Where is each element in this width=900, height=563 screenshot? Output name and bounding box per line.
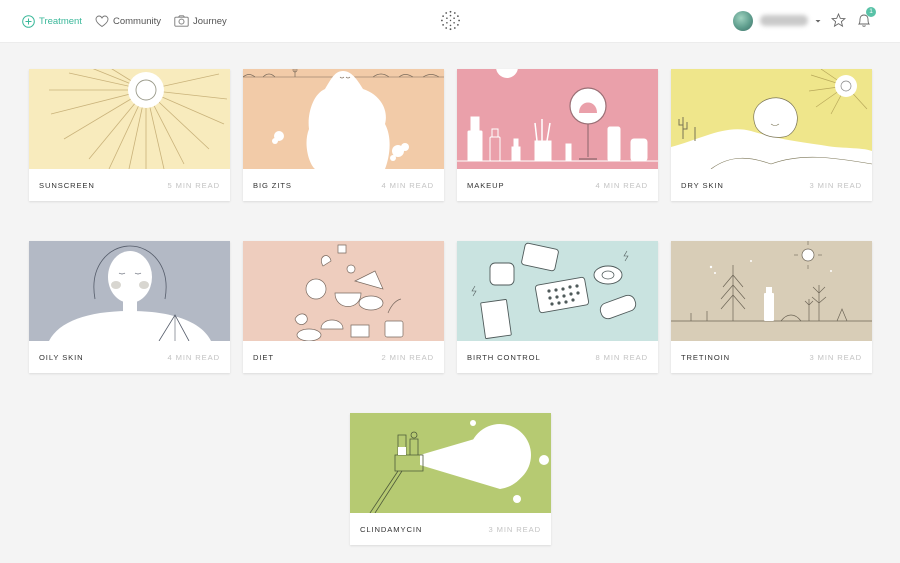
card-footer: Dry Skin 3 min read (671, 169, 872, 201)
card-footer: Clindamycin 3 min read (350, 513, 551, 545)
card-title: Tretinoin (681, 353, 731, 362)
card-title: Makeup (467, 181, 505, 190)
card-title: Sunscreen (39, 181, 95, 190)
card-title: Diet (253, 353, 274, 362)
card-read-time: 4 min read (167, 353, 220, 362)
heart-icon (95, 15, 109, 27)
article-card-sunscreen[interactable]: Sunscreen 5 min read (29, 69, 230, 201)
card-title: Oily Skin (39, 353, 84, 362)
star-icon[interactable] (831, 13, 846, 28)
card-read-time: 3 min read (809, 181, 862, 190)
nav-item-treatment[interactable]: Treatment (22, 13, 82, 29)
makeup-illustration (457, 69, 658, 169)
diet-illustration (243, 241, 444, 341)
article-card-birth-control[interactable]: Birth Control 8 min read (457, 241, 658, 373)
card-read-time: 5 min read (167, 181, 220, 190)
birth-control-illustration (457, 241, 658, 341)
article-card-makeup[interactable]: Makeup 4 min read (457, 69, 658, 201)
card-footer: Diet 2 min read (243, 341, 444, 373)
top-nav: Treatment Community Journey 1 (0, 0, 900, 43)
card-read-time: 2 min read (381, 353, 434, 362)
card-title: Dry Skin (681, 181, 724, 190)
logo-icon[interactable] (440, 10, 461, 31)
card-read-time: 3 min read (488, 525, 541, 534)
nav-label-community: Community (113, 15, 162, 27)
big-zits-illustration (243, 69, 444, 169)
card-read-time: 3 min read (809, 353, 862, 362)
dry-skin-illustration (671, 69, 872, 169)
avatar[interactable] (733, 11, 753, 31)
nav-item-community[interactable]: Community (95, 13, 161, 29)
nav-item-journey[interactable]: Journey (174, 13, 227, 29)
card-title: Clindamycin (360, 525, 423, 534)
article-card-diet[interactable]: Diet 2 min read (243, 241, 444, 373)
card-read-time: 4 min read (595, 181, 648, 190)
card-footer: Sunscreen 5 min read (29, 169, 230, 201)
article-card-tretinoin[interactable]: Tretinoin 3 min read (671, 241, 872, 373)
card-footer: Makeup 4 min read (457, 169, 658, 201)
article-card-oily-skin[interactable]: Oily Skin 4 min read (29, 241, 230, 373)
username-redacted[interactable] (760, 15, 808, 26)
nav-label-treatment: Treatment (39, 15, 82, 27)
card-title: Big Zits (253, 181, 292, 190)
article-card-clindamycin[interactable]: Clindamycin 3 min read (350, 413, 551, 545)
card-footer: Oily Skin 4 min read (29, 341, 230, 373)
card-title: Birth Control (467, 353, 541, 362)
notification-badge[interactable]: 1 (866, 7, 876, 17)
plus-circle-icon (22, 14, 35, 28)
card-read-time: 8 min read (595, 353, 648, 362)
article-card-dry-skin[interactable]: Dry Skin 3 min read (671, 69, 872, 201)
article-card-big-zits[interactable]: Big Zits 4 min read (243, 69, 444, 201)
clindamycin-illustration (350, 413, 551, 513)
tretinoin-illustration (671, 241, 872, 341)
card-read-time: 4 min read (381, 181, 434, 190)
nav-label-journey: Journey (193, 15, 227, 27)
camera-icon (174, 15, 189, 27)
card-footer: Birth Control 8 min read (457, 341, 658, 373)
sunscreen-illustration (29, 69, 230, 169)
oily-skin-illustration (29, 241, 230, 341)
card-footer: Big Zits 4 min read (243, 169, 444, 201)
card-footer: Tretinoin 3 min read (671, 341, 872, 373)
chevron-down-icon[interactable] (814, 17, 822, 25)
